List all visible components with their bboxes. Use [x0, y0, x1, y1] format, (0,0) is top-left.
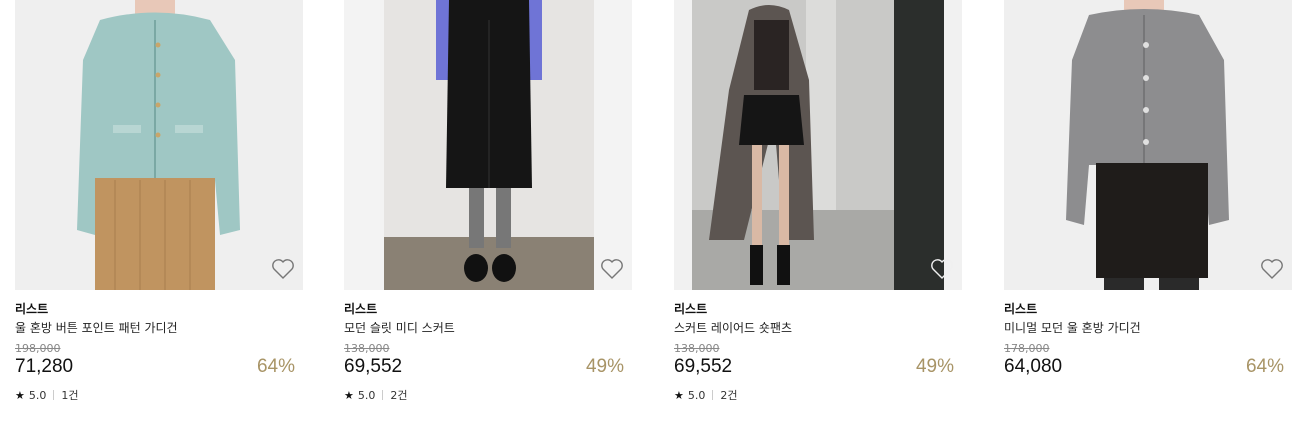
product-image[interactable] — [674, 0, 962, 290]
rating-value: 5.0 — [28, 388, 47, 402]
discount-rate: 64% — [256, 356, 295, 377]
review-count: 1건 — [61, 389, 79, 402]
original-price: 138,000 — [674, 342, 720, 355]
product-image[interactable] — [1004, 0, 1292, 290]
product-photo — [15, 0, 303, 290]
star-icon: ★ — [15, 388, 25, 402]
rating-row: ★ 5.0 2건 — [674, 387, 738, 403]
product-name[interactable]: 미니멀 모던 울 혼방 가디건 — [1004, 319, 1141, 336]
original-price: 138,000 — [344, 342, 390, 355]
star-icon: ★ — [344, 388, 354, 402]
heart-outline-icon[interactable] — [930, 258, 954, 280]
divider — [712, 390, 714, 400]
product-name[interactable]: 울 혼방 버튼 포인트 패턴 가디건 — [15, 319, 178, 336]
review-count: 2건 — [720, 389, 738, 402]
divider — [53, 390, 55, 400]
discount-rate: 49% — [915, 356, 954, 377]
product-name[interactable]: 스커트 레이어드 숏팬츠 — [674, 319, 792, 336]
rating-row: ★ 5.0 2건 — [344, 387, 408, 403]
brand-name: 리스트 — [344, 302, 378, 316]
rating-row: ★ 5.0 1건 — [15, 387, 79, 403]
product-image[interactable] — [15, 0, 303, 290]
brand-name: 리스트 — [1004, 302, 1038, 316]
product-card[interactable]: 리스트 스커트 레이어드 숏팬츠 138,000 69,552 49% ★ 5.… — [674, 0, 962, 420]
sale-price: 69,552 — [674, 356, 733, 377]
divider — [382, 390, 384, 400]
star-icon: ★ — [674, 388, 684, 402]
sale-price: 71,280 — [15, 356, 74, 377]
product-card[interactable]: 리스트 모던 슬릿 미디 스커트 138,000 69,552 49% ★ 5.… — [344, 0, 632, 420]
product-photo — [674, 0, 962, 290]
rating-value: 5.0 — [687, 388, 706, 402]
heart-outline-icon[interactable] — [1260, 258, 1284, 280]
product-grid: 리스트 울 혼방 버튼 포인트 패턴 가디건 198,000 71,280 64… — [0, 0, 1298, 425]
sale-price: 64,080 — [1004, 356, 1063, 377]
discount-rate: 64% — [1245, 356, 1284, 377]
review-count: 2건 — [390, 389, 408, 402]
product-photo — [1004, 0, 1292, 290]
original-price: 178,000 — [1004, 342, 1050, 355]
product-card[interactable]: 리스트 미니멀 모던 울 혼방 가디건 178,000 64,080 64% — [1004, 0, 1292, 420]
heart-outline-icon[interactable] — [271, 258, 295, 280]
brand-name: 리스트 — [674, 302, 708, 316]
product-photo — [344, 0, 632, 290]
product-image[interactable] — [344, 0, 632, 290]
rating-value: 5.0 — [357, 388, 376, 402]
sale-price: 69,552 — [344, 356, 403, 377]
heart-outline-icon[interactable] — [600, 258, 624, 280]
brand-name: 리스트 — [15, 302, 49, 316]
original-price: 198,000 — [15, 342, 61, 355]
product-card[interactable]: 리스트 울 혼방 버튼 포인트 패턴 가디건 198,000 71,280 64… — [15, 0, 303, 420]
discount-rate: 49% — [585, 356, 624, 377]
product-name[interactable]: 모던 슬릿 미디 스커트 — [344, 319, 455, 336]
